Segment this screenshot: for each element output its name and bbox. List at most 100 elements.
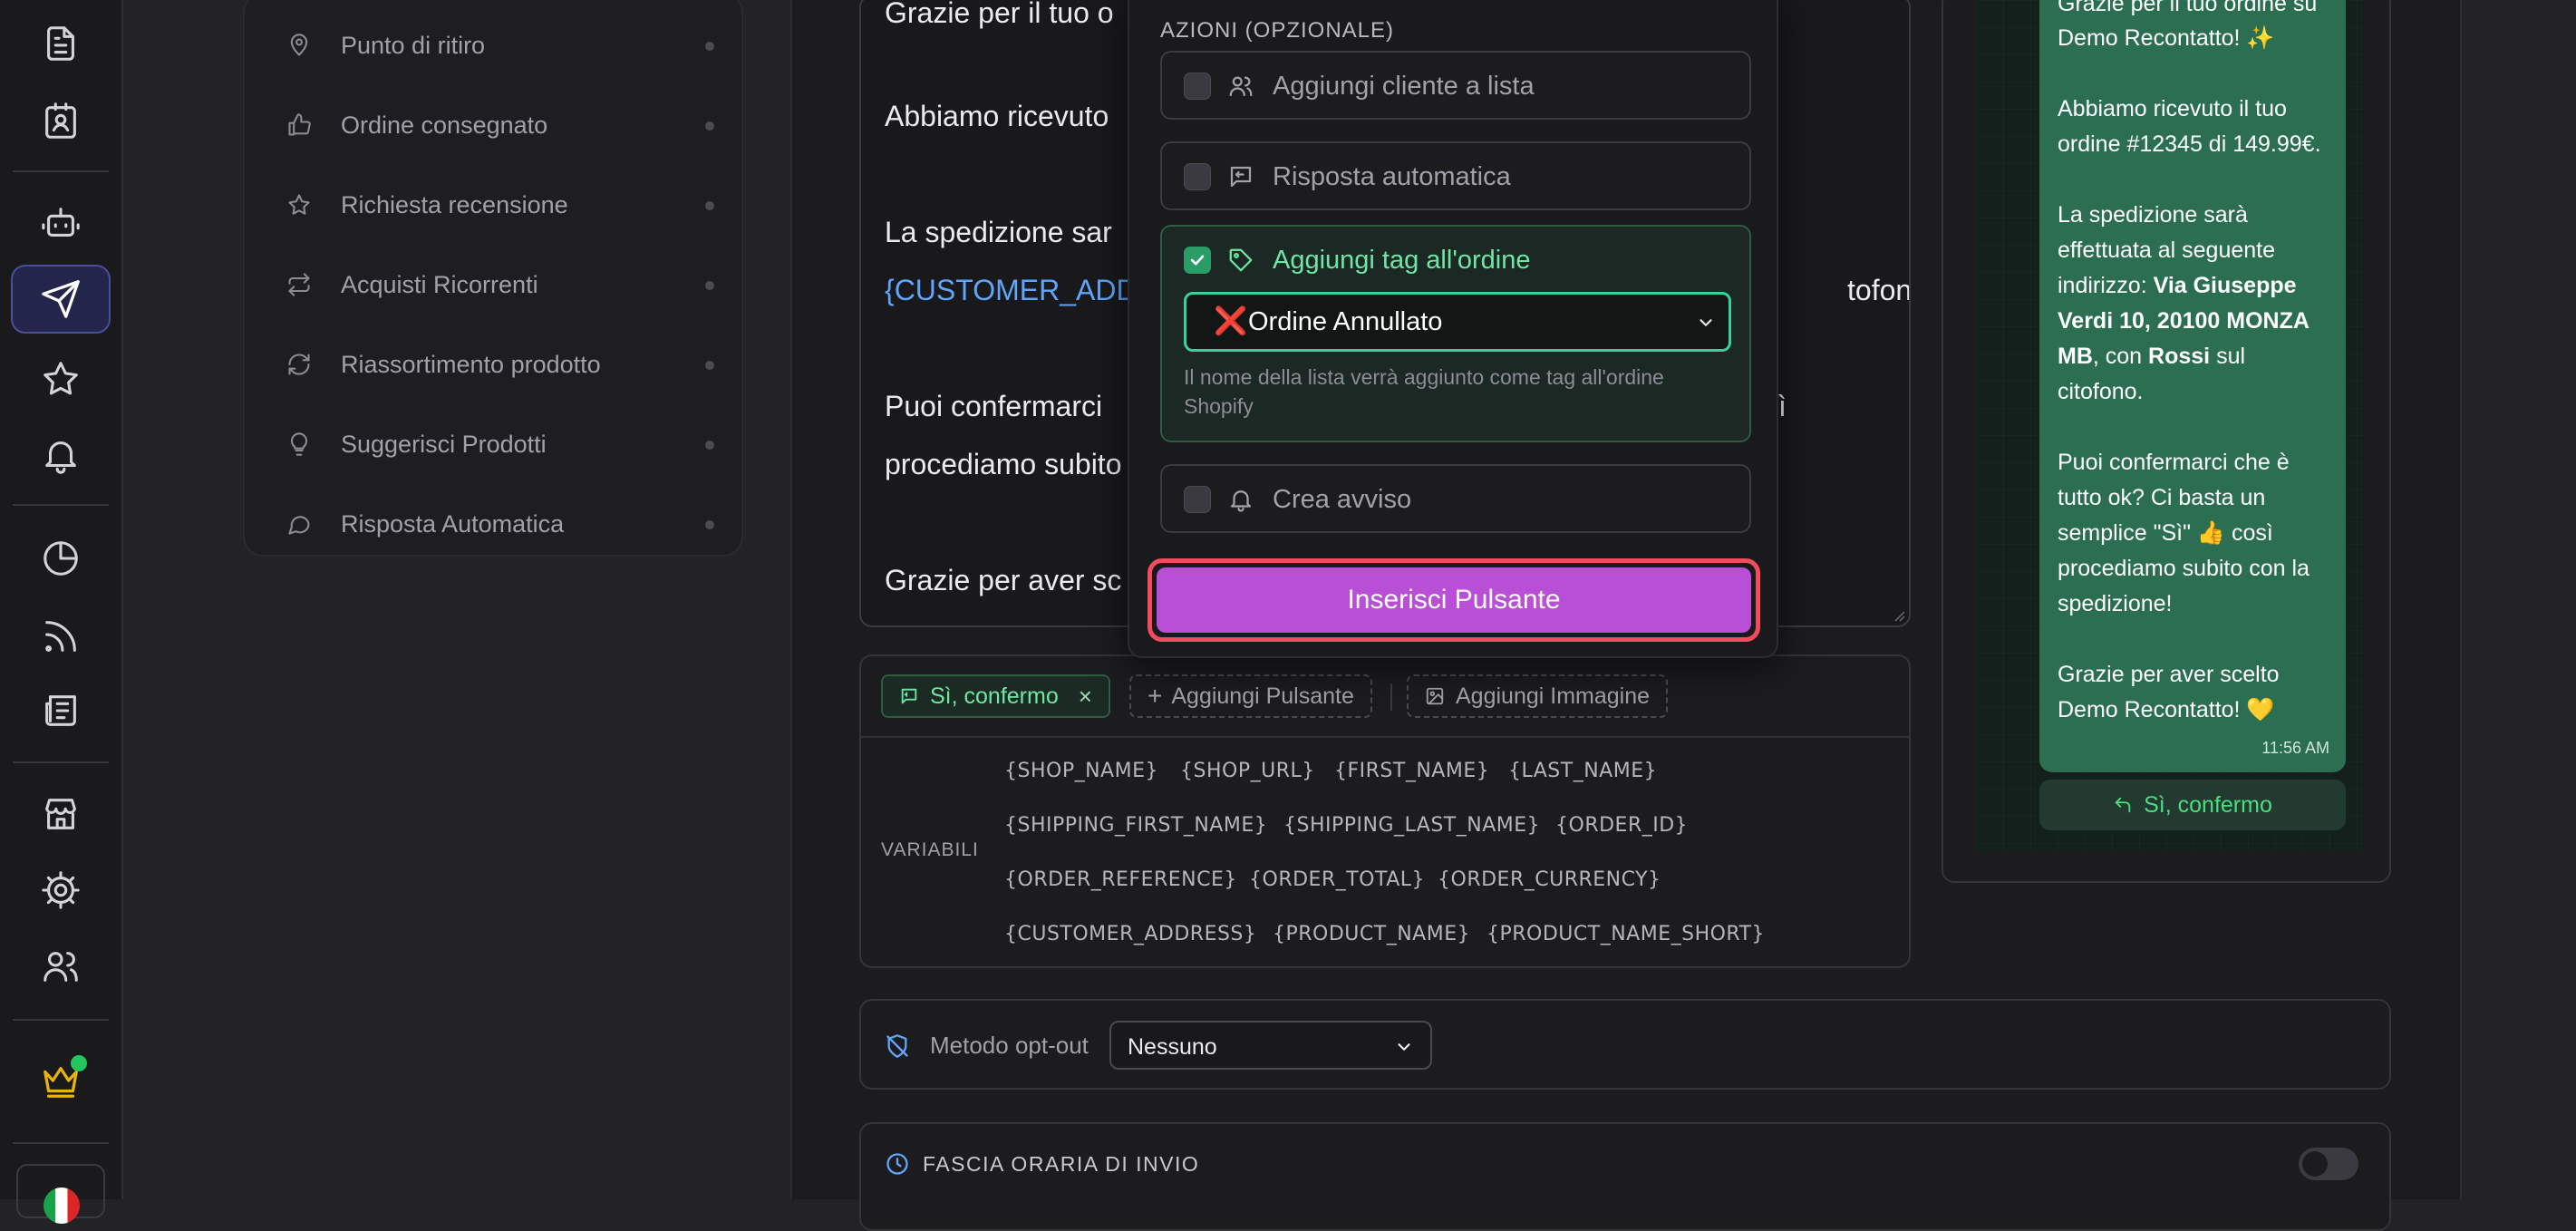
status-dot <box>705 361 714 370</box>
bell-icon[interactable] <box>11 421 111 489</box>
variable-tag[interactable]: {PRODUCT_NAME} <box>1273 923 1470 945</box>
reply-button-chip[interactable]: Sì, confermo × <box>881 674 1110 718</box>
sidebar-item-richiesta-recensione[interactable]: Richiesta recensione <box>286 178 721 232</box>
checkbox-checked[interactable] <box>1184 247 1211 274</box>
message-line: La spedizione sar <box>885 216 1112 248</box>
refresh-icon <box>288 354 310 375</box>
bubble-line: tutto ok? Ci basta un <box>2058 485 2266 510</box>
action-add-order-tag[interactable]: Aggiungi tag all'ordine ❌ Ordine Annulla… <box>1160 225 1751 442</box>
variable-tag[interactable]: {CUSTOMER_ADDRESS} <box>1004 923 1256 945</box>
sidebar-item-suggerisci-prodotti[interactable]: Suggerisci Prodotti <box>286 417 721 471</box>
bubble-line: procediamo subito con la <box>2058 556 2310 581</box>
pie-chart-icon[interactable] <box>11 524 111 593</box>
bubble-line: Demo Recontatto! 💛 <box>2058 697 2275 722</box>
add-image-button[interactable]: Aggiungi Immagine <box>1407 674 1669 718</box>
send-time-window-section: FASCIA ORARIA DI INVIO <box>859 1122 2391 1231</box>
sidebar-item-label: Richiesta recensione <box>341 190 568 218</box>
check-icon <box>1190 255 1205 266</box>
message-line: Puoi confermarci <box>885 390 1103 422</box>
buttons-variables-panel: Sì, confermo × + Aggiungi Pulsante Aggiu… <box>859 654 1911 968</box>
checkbox[interactable] <box>1184 163 1211 190</box>
variable-tag[interactable]: {SHOP_NAME} <box>1004 760 1158 782</box>
optout-select[interactable]: Nessuno <box>1109 1021 1432 1070</box>
bubble-line: Puoi confermarci che è <box>2058 450 2290 475</box>
variable-tag[interactable]: {PRODUCT_NAME_SHORT} <box>1487 923 1765 945</box>
sidebar-item-riassortimento-prodotto[interactable]: Riassortimento prodotto <box>286 337 721 392</box>
sidebar-item-label: Risposta Automatica <box>341 509 565 538</box>
variable-tag[interactable]: {ORDER_REFERENCE} <box>1004 868 1237 891</box>
message-line: Grazie per aver sc <box>885 564 1122 596</box>
document-icon[interactable] <box>11 9 111 78</box>
action-auto-reply[interactable]: Risposta automatica <box>1160 141 1751 210</box>
status-dot <box>705 121 714 131</box>
variable-tag[interactable]: {ORDER_CURRENCY} <box>1438 868 1661 891</box>
bubble-line: Grazie per il tuo ordine su <box>2058 0 2318 16</box>
variable-tag[interactable]: {LAST_NAME} <box>1508 760 1657 782</box>
action-add-to-list[interactable]: Aggiungi cliente a lista <box>1160 51 1751 120</box>
order-tag-select[interactable]: ❌ Ordine Annullato <box>1184 292 1731 352</box>
robot-icon[interactable] <box>11 189 111 257</box>
variable-tag[interactable]: {SHOP_URL} <box>1180 760 1315 782</box>
resize-handle-icon[interactable] <box>1891 607 1905 622</box>
action-create-alert[interactable]: Crea avviso <box>1160 464 1751 533</box>
add-button-label: Aggiungi Pulsante <box>1171 683 1354 709</box>
variable-tag[interactable]: {ORDER_ID} <box>1555 814 1688 837</box>
checkbox[interactable] <box>1184 73 1211 100</box>
thumbs-up-icon <box>288 113 311 136</box>
plus-icon: + <box>1148 682 1163 710</box>
bubble-line: Grazie per aver scelto <box>2058 662 2280 687</box>
language-switcher[interactable] <box>16 1164 105 1224</box>
add-image-label: Aggiungi Immagine <box>1456 683 1651 709</box>
bubble-line: Verdi 10, 20100 MONZA <box>2058 308 2310 334</box>
action-label: Crea avviso <box>1273 485 1412 514</box>
order-tag-value: Ordine Annullato <box>1248 307 1443 336</box>
rss-icon[interactable] <box>11 602 111 671</box>
automation-list: Punto di ritiro Ordine consegnato Richie… <box>243 0 743 557</box>
message-line: tofono. <box>1847 274 1911 306</box>
gear-icon[interactable] <box>11 856 111 925</box>
star-icon[interactable] <box>11 344 111 413</box>
variable-tag[interactable]: {SHIPPING_FIRST_NAME} <box>1004 814 1267 837</box>
action-label: Aggiungi cliente a lista <box>1273 72 1535 101</box>
close-icon[interactable]: × <box>1079 683 1092 711</box>
message-reply-icon <box>1230 166 1252 188</box>
preview-reply-button[interactable]: Sì, confermo <box>2039 780 2346 830</box>
sidebar-item-ordine-consegnato[interactable]: Ordine consegnato <box>286 98 721 152</box>
bubble-line: spedizione! <box>2058 591 2173 616</box>
status-dot <box>71 1055 87 1071</box>
sidebar-item-acquisti-ricorrenti[interactable]: Acquisti Ricorrenti <box>286 257 721 312</box>
sidebar-item-punto-di-ritiro[interactable]: Punto di ritiro <box>286 18 721 73</box>
section-title: FASCIA ORARIA DI INVIO <box>923 1152 1200 1176</box>
crown-icon[interactable] <box>11 1046 111 1115</box>
status-dot <box>705 520 714 529</box>
optout-row: Metodo opt-out Nessuno <box>859 999 2391 1090</box>
bubble-line: La spedizione sarà <box>2058 202 2248 228</box>
bubble-line: effettuata al seguente <box>2058 237 2276 263</box>
insert-button[interactable]: Inserisci Pulsante <box>1157 567 1751 633</box>
store-icon[interactable] <box>11 780 111 848</box>
rail-divider <box>13 1142 109 1144</box>
variable-tag[interactable]: {SHIPPING_LAST_NAME} <box>1283 814 1540 837</box>
popover-title: AZIONI (OPZIONALE) <box>1160 18 1395 43</box>
cross-mark-emoji: ❌ <box>1214 306 1248 336</box>
chip-label: Sì, confermo <box>930 683 1059 709</box>
variable-tag[interactable]: {FIRST_NAME} <box>1334 760 1489 782</box>
contact-card-icon[interactable] <box>11 87 111 156</box>
add-button-button[interactable]: + Aggiungi Pulsante <box>1129 674 1372 718</box>
status-dot <box>705 201 714 210</box>
send-icon[interactable] <box>11 265 111 334</box>
rail-divider <box>13 170 109 172</box>
send-time-toggle[interactable] <box>2299 1148 2358 1180</box>
repeat-icon <box>288 273 310 296</box>
bubble-line: citofono. <box>2058 379 2144 404</box>
italy-flag-icon <box>44 1187 80 1224</box>
divider <box>861 736 1909 738</box>
map-pin-icon <box>290 34 308 56</box>
status-dot <box>705 42 714 51</box>
checkbox[interactable] <box>1184 486 1211 513</box>
sidebar-item-risposta-automatica[interactable]: Risposta Automatica <box>286 497 721 551</box>
users-icon[interactable] <box>11 932 111 1001</box>
newspaper-icon[interactable] <box>11 676 111 745</box>
tag-icon <box>1229 248 1253 272</box>
variable-tag[interactable]: {ORDER_TOTAL} <box>1249 868 1425 891</box>
